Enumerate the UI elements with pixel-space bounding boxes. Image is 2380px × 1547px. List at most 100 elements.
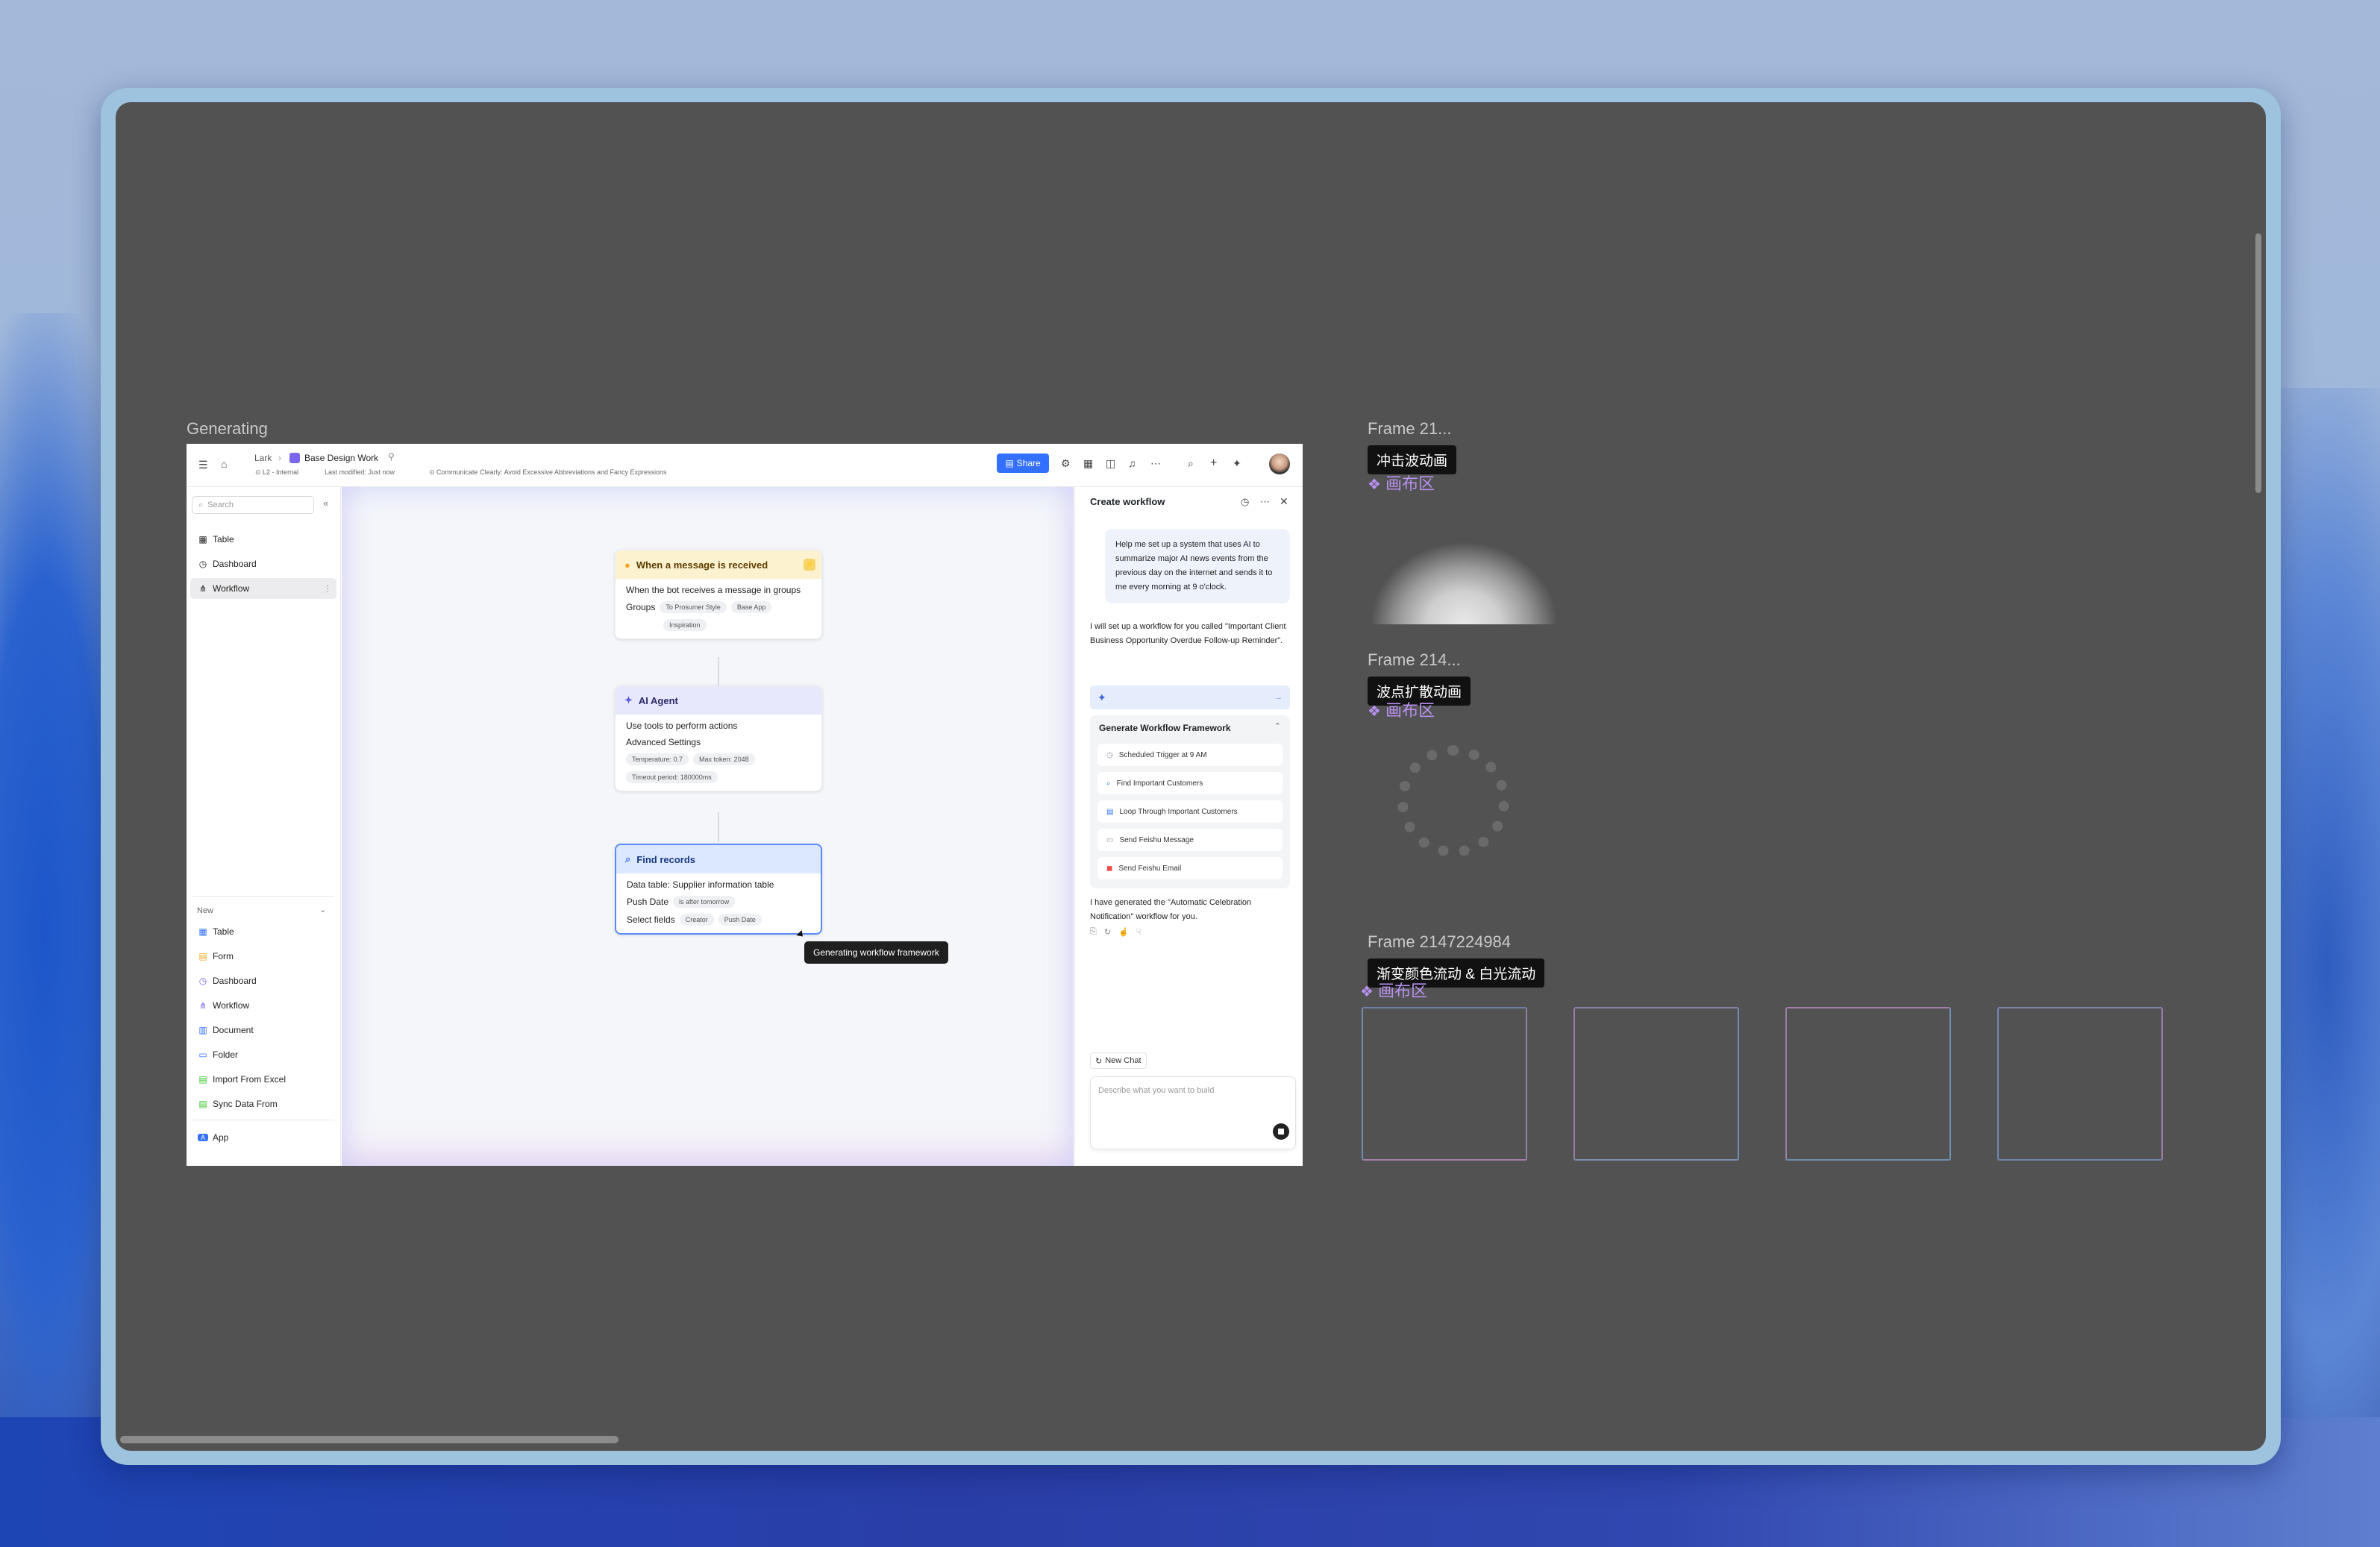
clock-icon: ◷ bbox=[1106, 750, 1113, 759]
find-records-node-header: ⌕ Find records bbox=[616, 845, 821, 873]
share-icon: ▤ bbox=[1005, 458, 1014, 468]
excel-icon: ▤ bbox=[198, 1074, 207, 1085]
chevron-down-icon[interactable]: ⌄ bbox=[319, 905, 326, 914]
gradient-thumb-1[interactable] bbox=[1362, 1007, 1527, 1161]
new-item-workflow[interactable]: ⋔ Workflow bbox=[190, 995, 336, 1016]
ai-sparkle-icon: ✦ bbox=[624, 694, 633, 706]
design-canvas[interactable]: Generating Frame 21... 冲击波动画 ❖ 画布区 Frame … bbox=[116, 102, 2266, 1451]
step-item[interactable]: ▭ Send Feishu Message bbox=[1097, 829, 1283, 851]
component-icon: ❖ bbox=[1360, 984, 1374, 1000]
new-item-folder[interactable]: ▭ Folder bbox=[190, 1044, 336, 1065]
home-icon[interactable]: ⌂ bbox=[221, 458, 227, 470]
frame-label-generating[interactable]: Generating bbox=[187, 419, 268, 439]
chevron-up-icon[interactable]: ⌃ bbox=[1274, 721, 1281, 731]
field-pill: Push Date bbox=[718, 914, 762, 926]
doc-title[interactable]: Base Design Work bbox=[304, 453, 378, 463]
gradient-thumb-2[interactable] bbox=[1573, 1007, 1739, 1161]
more-icon[interactable]: ⋯ bbox=[1150, 457, 1161, 470]
gradient-thumb-4[interactable] bbox=[1997, 1007, 2163, 1161]
new-item-sync-data[interactable]: ▤ Sync Data From bbox=[190, 1093, 336, 1114]
bot-icon[interactable]: ⚙ bbox=[1061, 457, 1071, 470]
dashboard-icon: ◷ bbox=[198, 559, 207, 569]
security-level: ⊙ L2 - Internal bbox=[255, 468, 299, 476]
collapse-sidebar-icon[interactable]: « bbox=[323, 498, 328, 509]
prompt-input[interactable]: Describe what you want to build bbox=[1090, 1076, 1296, 1149]
automation-icon[interactable]: ◫ bbox=[1106, 457, 1115, 470]
frame-label-21[interactable]: Frame 21... bbox=[1368, 419, 1451, 439]
group-pill: Base App bbox=[730, 601, 772, 613]
last-modified: Last modified: Just now bbox=[325, 468, 395, 476]
user-message: Help me set up a system that uses AI to … bbox=[1105, 529, 1290, 603]
ai-agent-description: Use tools to perform actions bbox=[626, 721, 738, 731]
step-item[interactable]: ⌕ Find Important Customers bbox=[1097, 772, 1283, 794]
message-icon: ● bbox=[624, 559, 630, 571]
new-item-table[interactable]: ▦ Table bbox=[190, 921, 336, 942]
prompt-placeholder: Describe what you want to build bbox=[1098, 1086, 1215, 1095]
history-icon[interactable]: ◷ bbox=[1241, 496, 1249, 508]
new-item-import-excel[interactable]: ▤ Import From Excel bbox=[190, 1069, 336, 1090]
copy-icon[interactable]: ⎘ bbox=[1090, 927, 1097, 937]
ai-agent-node[interactable]: ✦ AI Agent Use tools to perform actions A… bbox=[615, 685, 822, 791]
sync-icon: ▤ bbox=[198, 1099, 207, 1109]
step-item[interactable]: ▤ Loop Through Important Customers bbox=[1097, 800, 1283, 823]
share-button[interactable]: ▤ Share bbox=[997, 454, 1049, 473]
new-item-document[interactable]: ▥ Document bbox=[190, 1020, 336, 1041]
form-icon[interactable]: ▦ bbox=[1083, 457, 1093, 470]
document-icon: ▥ bbox=[198, 1025, 207, 1035]
group-pill: Inspiration bbox=[663, 619, 707, 631]
groups-label: Groups bbox=[626, 602, 656, 612]
sidebar-item-dashboard[interactable]: ◷ Dashboard bbox=[190, 553, 336, 574]
thumbs-down-icon[interactable]: ☟ bbox=[1136, 927, 1142, 937]
ai-sparkle-icon[interactable]: ✦ bbox=[1233, 457, 1241, 470]
workflow-icon: ⋔ bbox=[198, 1000, 207, 1011]
breadcrumb-root[interactable]: Lark bbox=[254, 453, 272, 463]
retry-icon[interactable]: ↻ bbox=[1104, 927, 1111, 937]
trigger-node-header: ● When a message is received ⚡ bbox=[616, 550, 821, 579]
vertical-scrollbar[interactable] bbox=[2255, 233, 2261, 493]
new-item-form[interactable]: ▤ Form bbox=[190, 946, 336, 967]
pin-icon[interactable]: ⚲ bbox=[388, 451, 395, 462]
arrow-right-icon: → bbox=[1274, 693, 1283, 702]
shockwave-preview bbox=[1371, 505, 1557, 624]
close-icon[interactable]: ✕ bbox=[1280, 495, 1288, 508]
app-icon: A bbox=[198, 1134, 208, 1141]
search-icon: ⌕ bbox=[198, 500, 204, 509]
more-icon[interactable]: ⋯ bbox=[1260, 496, 1270, 508]
form-icon: ▤ bbox=[198, 951, 207, 961]
avatar[interactable] bbox=[1269, 454, 1290, 474]
connector-line bbox=[718, 657, 719, 685]
frame-label-214[interactable]: Frame 214... bbox=[1368, 650, 1461, 670]
workflow-icon: ⋔ bbox=[198, 583, 207, 594]
setting-pill: Temperature: 0.7 bbox=[626, 753, 689, 765]
frame-label-2147224984[interactable]: Frame 2147224984 bbox=[1368, 932, 1511, 952]
item-more-icon[interactable]: ⋮ bbox=[323, 583, 332, 594]
sidebar-toggle-icon[interactable]: ☰ bbox=[198, 459, 208, 471]
dot-spread-preview bbox=[1397, 745, 1509, 857]
thumbs-up-icon[interactable]: ☝ bbox=[1118, 927, 1129, 937]
panel-title: Create workflow bbox=[1090, 496, 1165, 507]
push-date-label: Push Date bbox=[627, 897, 669, 907]
group-pill: To Prosumer Style bbox=[660, 601, 727, 613]
connector-line bbox=[718, 812, 719, 842]
workflow-canvas[interactable]: ● When a message is received ⚡ When the bo… bbox=[342, 487, 1074, 1166]
trigger-node[interactable]: ● When a message is received ⚡ When the bo… bbox=[615, 550, 822, 639]
new-item-dashboard[interactable]: ◷ Dashboard bbox=[190, 970, 336, 991]
find-records-node[interactable]: ⌕ Find records Data table: Supplier infor… bbox=[615, 844, 822, 935]
canvas-area-tag-1: ❖ 画布区 bbox=[1368, 474, 1435, 493]
horizontal-scrollbar[interactable] bbox=[120, 1436, 619, 1443]
component-icon: ❖ bbox=[1368, 703, 1381, 720]
sidebar-item-app[interactable]: A App bbox=[190, 1127, 336, 1148]
stop-button[interactable] bbox=[1273, 1123, 1289, 1140]
sidebar-item-table[interactable]: ▦ Table bbox=[190, 529, 336, 550]
search-icon[interactable]: ⌕ bbox=[1188, 457, 1194, 470]
step-item[interactable]: ◷ Scheduled Trigger at 9 AM bbox=[1097, 744, 1283, 766]
search-input[interactable]: ⌕ Search bbox=[192, 496, 314, 514]
step-item[interactable]: ◼ Send Feishu Email bbox=[1097, 857, 1283, 879]
bell-icon[interactable]: ♫ bbox=[1128, 457, 1136, 469]
gradient-thumb-3[interactable] bbox=[1785, 1007, 1951, 1161]
add-icon[interactable]: + bbox=[1210, 456, 1217, 470]
ai-sparkle-icon: ✦ bbox=[1097, 691, 1106, 703]
sidebar-item-workflow[interactable]: ⋔ Workflow ⋮ bbox=[190, 578, 336, 599]
dashboard-icon: ◷ bbox=[198, 976, 207, 986]
new-chat-button[interactable]: ↻ New Chat bbox=[1090, 1052, 1147, 1069]
